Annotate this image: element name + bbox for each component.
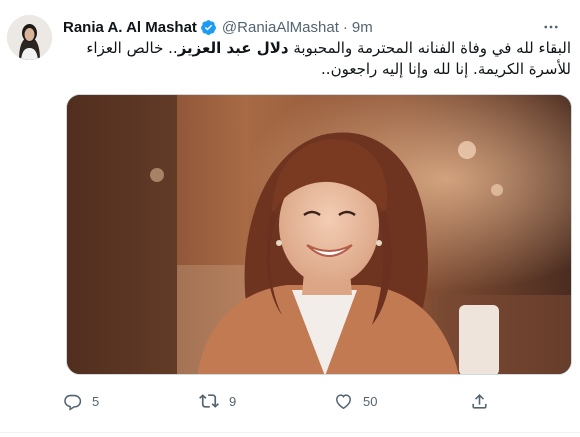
tweet-actions-bar: 5 9 50 [60, 386, 500, 416]
tweet-card[interactable]: Rania A. Al Mashat @RaniaAlMashat · 9m ا… [0, 0, 580, 437]
heart-icon [334, 392, 353, 411]
tweet-text: البقاء لله في وفاة الفنانه المحترمة والم… [66, 38, 571, 80]
author-name[interactable]: Rania A. Al Mashat [63, 19, 197, 36]
tweet-photo[interactable] [66, 94, 572, 375]
share-icon [470, 392, 489, 411]
author-handle[interactable]: @RaniaAlMashat [222, 19, 339, 36]
tweet-text-bold-name: دلال عبد العزيز [177, 39, 289, 57]
reply-icon [63, 392, 82, 411]
retweet-button[interactable]: 9 [199, 386, 236, 416]
tweet-text-prefix: البقاء لله في وفاة الفنانه المحترمة والم… [293, 39, 571, 57]
like-button[interactable]: 50 [334, 386, 377, 416]
tweet-header: Rania A. Al Mashat @RaniaAlMashat · 9m [63, 16, 373, 38]
reply-count: 5 [92, 393, 100, 409]
divider [0, 432, 580, 433]
like-count: 50 [363, 393, 378, 409]
verified-badge-icon [200, 19, 217, 36]
retweet-count: 9 [229, 393, 237, 409]
separator-dot: · [342, 18, 348, 36]
avatar[interactable] [7, 15, 52, 60]
tweet-text-suffix: .. خالص العزاء [86, 39, 178, 57]
tweet-text-line-2: للأسرة الكريمة. إنا لله وإنا إليه راجعون… [321, 60, 571, 78]
share-button[interactable] [470, 386, 489, 416]
more-options-icon[interactable] [538, 14, 564, 40]
tweet-text-line-1: البقاء لله في وفاة الفنانه المحترمة والم… [66, 38, 571, 59]
retweet-icon [199, 391, 219, 411]
tweet-timestamp[interactable]: 9m [352, 19, 373, 36]
reply-button[interactable]: 5 [63, 386, 99, 416]
